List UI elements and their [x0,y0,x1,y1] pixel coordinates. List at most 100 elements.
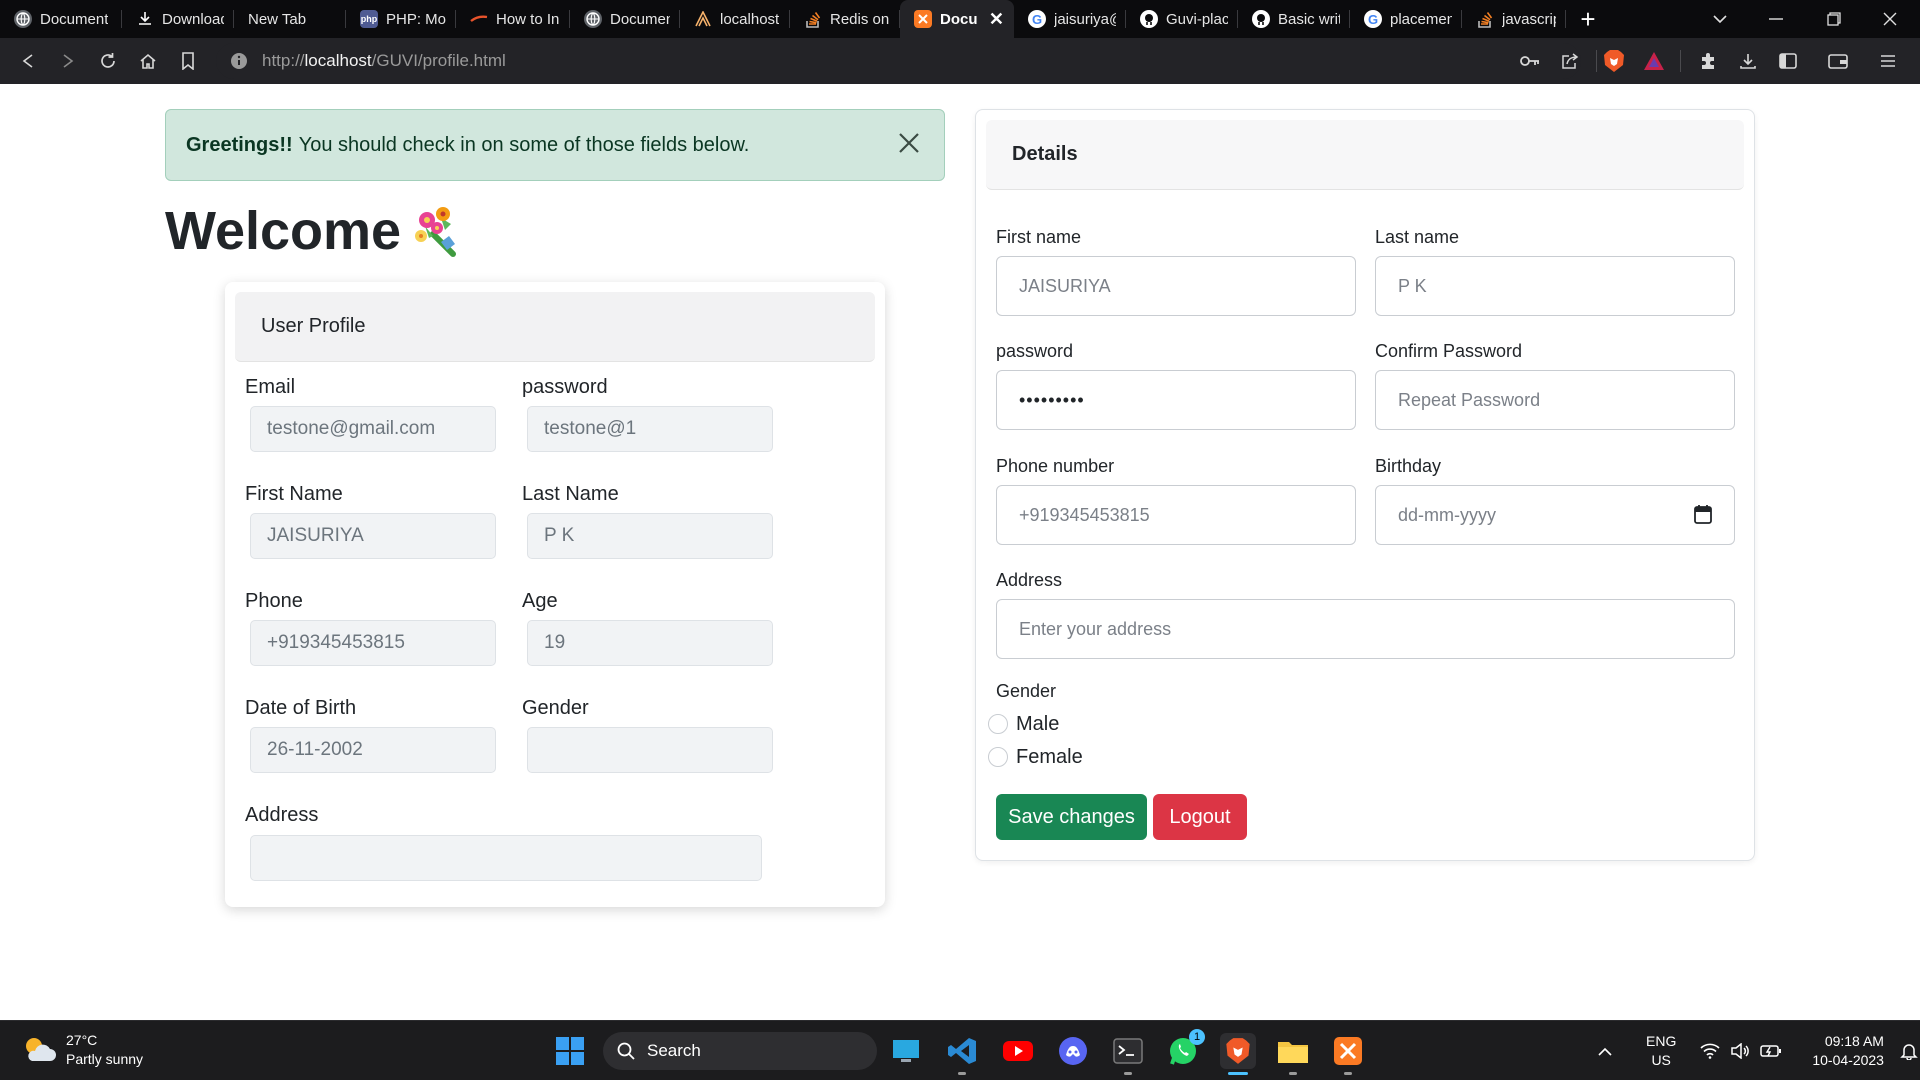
email-field[interactable]: testone@gmail.com [250,406,496,452]
partly-sunny-icon [26,1038,56,1061]
google-icon: G [1028,10,1046,28]
welcome-heading: Welcome [165,200,465,262]
battery-icon[interactable] [1760,1044,1782,1058]
sidebar-icon[interactable] [1768,41,1808,81]
language-indicator[interactable]: ENG US [1646,1032,1676,1070]
key-icon[interactable] [1510,41,1550,81]
brave-browser-icon[interactable] [1220,1033,1256,1075]
extensions-icon[interactable] [1688,41,1728,81]
taskbar-clock[interactable]: 09:18 AM 10-04-2023 [1812,1032,1884,1070]
browser-tab-active[interactable]: Docun ✕ [900,0,1014,38]
notification-bell-icon[interactable] [1900,1042,1918,1060]
reload-icon[interactable] [88,41,128,81]
browser-tab[interactable]: Document [570,0,680,38]
password-label: password [522,376,608,398]
terminal-icon[interactable] [1110,1033,1146,1075]
email-label: Email [245,376,296,398]
browser-tab[interactable]: Download [122,0,234,38]
browser-tab[interactable]: php PHP: Mon [346,0,456,38]
browser-tab[interactable]: javascript [1462,0,1566,38]
details-password-input[interactable]: ••••••••• [996,370,1356,430]
last-name-field[interactable]: P K [527,513,773,559]
taskbar-search-box[interactable]: Search [603,1032,877,1070]
first-name-field[interactable]: JAISURIYA [250,513,496,559]
url-path: /GUVI/profile.html [371,51,506,70]
save-changes-button[interactable]: Save changes [996,794,1147,840]
alert-message: You should check in on some of those fie… [298,133,750,156]
browser-tab[interactable]: Basic writ [1238,0,1350,38]
details-address-label: Address [996,570,1063,590]
phone-field[interactable]: +919345453815 [250,620,496,666]
globe-icon [584,10,602,28]
age-field[interactable]: 19 [527,620,773,666]
logout-button[interactable]: Logout [1153,794,1247,840]
toolbar-divider [1680,50,1681,72]
back-icon[interactable] [8,41,48,81]
taskbar-search-label: Search [647,1041,701,1060]
phone-number-input[interactable]: +919345453815 [996,485,1356,545]
brave-rewards-icon[interactable] [1634,41,1674,81]
calendar-icon[interactable] [1694,504,1712,524]
dob-field[interactable]: 26-11-2002 [250,727,496,773]
file-explorer-icon[interactable] [1275,1033,1311,1075]
vscode-icon[interactable] [944,1033,980,1075]
browser-tab[interactable]: G placemen [1350,0,1462,38]
minimize-icon[interactable] [1746,0,1806,38]
forward-icon[interactable] [48,41,88,81]
menu-icon[interactable] [1868,41,1908,81]
bookmark-icon[interactable] [168,41,208,81]
confirm-password-input[interactable]: Repeat Password [1375,370,1735,430]
age-label: Age [522,590,558,612]
alert-close-icon[interactable] [892,128,926,162]
desktop-app-icon[interactable] [888,1033,924,1069]
system-tray: ENG US 09:18 AM 10-04-2023 [1590,1021,1918,1080]
details-gender-label: Gender [996,681,1057,701]
windows-start-icon[interactable] [552,1033,588,1069]
bouquet-emoji-icon [415,207,457,257]
new-tab-button[interactable]: + [1566,4,1610,35]
browser-tab[interactable]: How to In [456,0,570,38]
last-name-label: Last Name [522,483,619,505]
home-icon[interactable] [128,41,168,81]
browser-toolbar: http://localhost/GUVI/profile.html [0,38,1920,84]
browser-tab[interactable]: localhost [680,0,790,38]
browser-tab[interactable]: Redis on [790,0,900,38]
gender-male-radio[interactable] [988,714,1008,734]
address-label: Address [245,804,319,826]
info-icon[interactable] [230,52,248,70]
close-window-icon[interactable] [1860,0,1920,38]
address-bar[interactable]: http://localhost/GUVI/profile.html [216,43,1581,79]
whatsapp-badge: 1 [1189,1029,1205,1045]
gender-female-radio[interactable] [988,747,1008,767]
details-first-name-input[interactable]: JAISURIYA [996,256,1356,316]
whatsapp-icon[interactable]: 1 [1165,1029,1205,1069]
gender-label: Gender [522,697,589,719]
details-address-input[interactable]: Enter your address [996,599,1735,659]
details-first-name-label: First name [996,227,1082,247]
tab-search-chevron-icon[interactable] [1690,0,1750,38]
browser-tab[interactable]: New Tab [234,0,346,38]
restore-icon[interactable] [1804,0,1864,38]
discord-icon[interactable] [1055,1033,1091,1069]
browser-tab[interactable]: Document [0,0,122,38]
close-tab-icon[interactable]: ✕ [989,9,1004,30]
downloads-icon[interactable] [1728,41,1768,81]
alert-strong-text: Greetings!! [186,133,293,156]
weather-widget[interactable]: 27°C Partly sunny [22,1031,143,1069]
birthday-placeholder: dd-mm-yyyy [1398,504,1496,525]
tray-overflow-chevron-icon[interactable] [1590,1047,1620,1056]
address-field[interactable] [250,835,762,881]
browser-tab[interactable]: Guvi-plac [1126,0,1238,38]
xampp-control-icon[interactable] [1330,1033,1366,1075]
password-field[interactable]: testone@1 [527,406,773,452]
wifi-icon[interactable] [1700,1043,1720,1059]
brave-shields-icon[interactable] [1594,41,1634,81]
wallet-icon[interactable] [1818,41,1858,81]
birthday-input[interactable]: dd-mm-yyyy [1375,485,1735,545]
volume-icon[interactable] [1730,1043,1750,1059]
share-icon[interactable] [1550,41,1590,81]
gender-field[interactable] [527,727,773,773]
details-last-name-input[interactable]: P K [1375,256,1735,316]
youtube-icon[interactable] [1000,1033,1036,1069]
browser-tab[interactable]: G jaisuriya@ [1014,0,1126,38]
